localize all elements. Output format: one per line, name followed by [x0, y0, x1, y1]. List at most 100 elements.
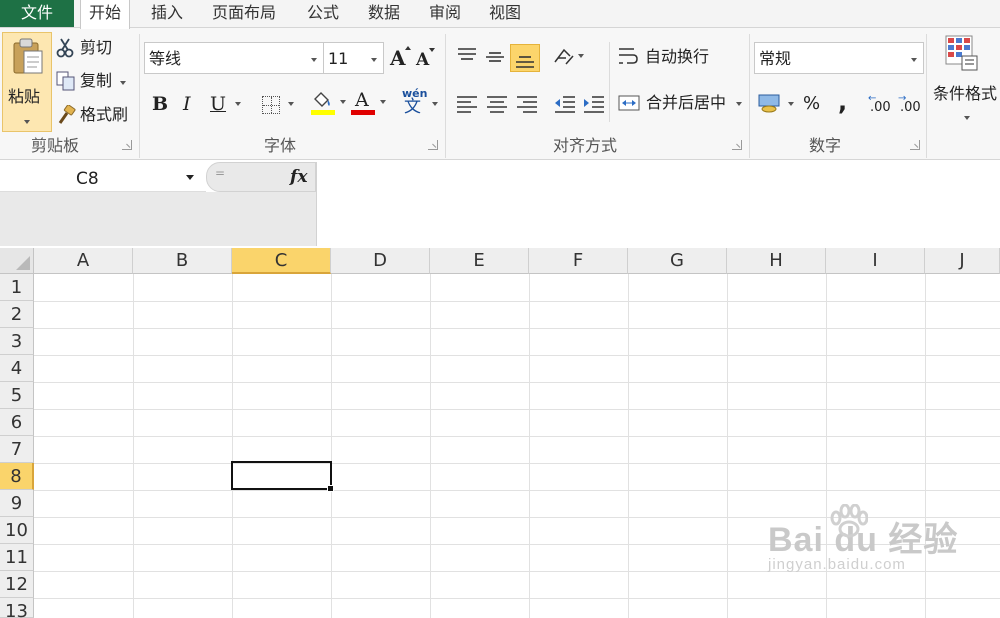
- number-launcher-icon[interactable]: [910, 140, 920, 150]
- separator: [926, 34, 927, 158]
- format-painter-label: 格式刷: [80, 105, 129, 124]
- number-format-value: 常规: [759, 49, 792, 68]
- font-launcher-icon[interactable]: [428, 140, 438, 150]
- column-header[interactable]: J: [925, 248, 1000, 274]
- tab-page-layout[interactable]: 页面布局: [212, 0, 276, 28]
- row-header[interactable]: 3: [0, 328, 34, 355]
- tab-view[interactable]: 视图: [489, 0, 521, 28]
- ribbon: 粘贴 剪切 复制 格式刷 剪贴板 等线 11 A A B I U A wén 文…: [0, 28, 1000, 160]
- align-left-icon: [456, 94, 478, 114]
- tab-file[interactable]: 文件: [0, 0, 74, 27]
- tab-home[interactable]: 开始: [80, 0, 131, 29]
- align-right-button[interactable]: [514, 92, 540, 116]
- column-header[interactable]: D: [331, 248, 430, 274]
- italic-button[interactable]: I: [180, 92, 200, 116]
- active-cell-c8[interactable]: [231, 461, 334, 492]
- column-header[interactable]: I: [826, 248, 925, 274]
- font-name-select[interactable]: 等线: [144, 42, 324, 74]
- shrink-font-button[interactable]: A: [416, 48, 438, 72]
- name-box-value: C8: [76, 169, 99, 189]
- accounting-format-button[interactable]: [756, 90, 796, 118]
- bold-button[interactable]: B: [150, 92, 170, 116]
- tab-data[interactable]: 数据: [368, 0, 400, 28]
- format-painter-button[interactable]: 格式刷: [56, 104, 136, 127]
- font-size-value: 11: [328, 49, 349, 68]
- row-header[interactable]: 10: [0, 517, 34, 544]
- copy-label: 复制: [80, 71, 113, 90]
- decrease-decimal-glyph: .00: [900, 100, 921, 115]
- chevron-down-icon: [311, 58, 317, 62]
- wrap-text-button[interactable]: 自动换行: [616, 44, 726, 70]
- chevron-down-icon: [788, 102, 794, 106]
- formula-input[interactable]: [316, 162, 1000, 246]
- row-header[interactable]: 13: [0, 598, 34, 618]
- align-left-button[interactable]: [454, 92, 480, 116]
- align-bottom-button[interactable]: [510, 44, 540, 72]
- increase-decimal-glyph: .00: [870, 100, 891, 115]
- alignment-group-label: 对齐方式: [552, 136, 617, 155]
- row-header[interactable]: 6: [0, 409, 34, 436]
- column-header[interactable]: A: [34, 248, 133, 274]
- cut-button[interactable]: 剪切: [56, 38, 122, 60]
- font-size-select[interactable]: 11: [323, 42, 384, 74]
- chevron-down-icon: [340, 100, 346, 104]
- copy-button[interactable]: 复制: [56, 71, 132, 93]
- decrease-indent-button[interactable]: [552, 92, 578, 116]
- chevron-down-icon[interactable]: [186, 175, 194, 180]
- paw-icon: [828, 503, 869, 538]
- tab-review[interactable]: 审阅: [429, 0, 461, 28]
- paste-button[interactable]: 粘贴: [2, 32, 52, 132]
- row-header[interactable]: 2: [0, 301, 34, 328]
- equals-handle: =: [215, 166, 226, 180]
- column-header[interactable]: E: [430, 248, 529, 274]
- alignment-launcher-icon[interactable]: [732, 140, 742, 150]
- gridline: [34, 382, 1000, 383]
- select-all-corner[interactable]: [0, 248, 34, 274]
- name-box[interactable]: C8: [0, 162, 206, 192]
- comma-glyph: ,: [838, 88, 848, 116]
- align-center-button[interactable]: [484, 92, 510, 116]
- conditional-format-button[interactable]: 条件格式: [930, 32, 1000, 124]
- clipboard-launcher-icon[interactable]: [122, 140, 132, 150]
- row-header[interactable]: 4: [0, 355, 34, 382]
- align-top-button[interactable]: [454, 44, 480, 70]
- currency-icon: [758, 92, 782, 114]
- chevron-down-icon: [911, 58, 917, 62]
- increase-decimal-button[interactable]: ← .00: [868, 92, 892, 116]
- column-header[interactable]: F: [529, 248, 628, 274]
- gridline: [430, 274, 431, 618]
- percent-style-button[interactable]: %: [800, 92, 824, 116]
- grow-font-button[interactable]: A: [390, 46, 412, 70]
- tab-formulas[interactable]: 公式: [307, 0, 339, 28]
- gridline: [529, 274, 530, 618]
- row-header-active[interactable]: 8: [0, 463, 34, 490]
- column-header[interactable]: G: [628, 248, 727, 274]
- tab-insert[interactable]: 插入: [151, 0, 183, 28]
- merge-center-button[interactable]: 合并后居中: [616, 90, 746, 116]
- column-header[interactable]: H: [727, 248, 826, 274]
- borders-button[interactable]: [260, 92, 298, 116]
- row-header[interactable]: 7: [0, 436, 34, 463]
- conditional-format-icon: [944, 34, 978, 72]
- gridline: [34, 328, 1000, 329]
- gridline: [34, 598, 1000, 599]
- phonetic-guide-button[interactable]: wén 文: [402, 88, 442, 120]
- orientation-button[interactable]: [550, 44, 590, 70]
- comma-style-button[interactable]: ,: [832, 88, 852, 116]
- row-header[interactable]: 5: [0, 382, 34, 409]
- decrease-decimal-button[interactable]: → .00: [898, 92, 922, 116]
- row-header[interactable]: 9: [0, 490, 34, 517]
- font-color-button[interactable]: A: [350, 90, 388, 118]
- column-header-active[interactable]: C: [232, 248, 331, 274]
- row-header[interactable]: 11: [0, 544, 34, 571]
- increase-indent-button[interactable]: [581, 92, 607, 116]
- row-header[interactable]: 12: [0, 571, 34, 598]
- insert-function-icon[interactable]: fx: [290, 167, 307, 187]
- underline-button[interactable]: U: [207, 92, 247, 116]
- column-header[interactable]: B: [133, 248, 232, 274]
- fill-color-button[interactable]: [310, 90, 348, 118]
- number-format-select[interactable]: 常规: [754, 42, 924, 74]
- row-header[interactable]: 1: [0, 274, 34, 301]
- align-middle-button[interactable]: [482, 44, 508, 70]
- bold-glyph: B: [152, 93, 169, 115]
